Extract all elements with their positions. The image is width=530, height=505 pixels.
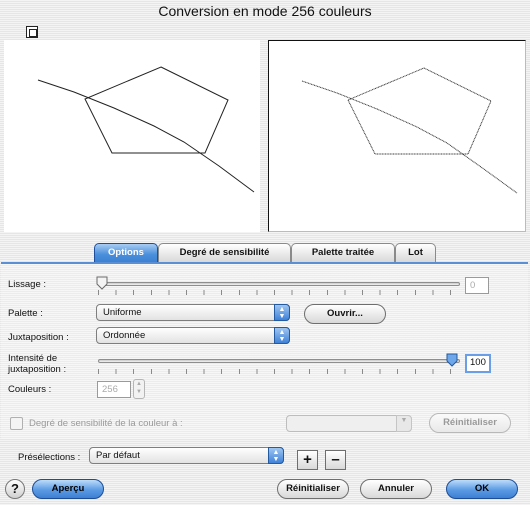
reset-button[interactable]: Réinitialiser [277, 479, 349, 499]
open-palette-button[interactable]: Ouvrir... [304, 304, 386, 324]
smoothing-slider[interactable] [98, 282, 460, 286]
help-icon[interactable]: ? [5, 479, 25, 499]
sensitivity-checkbox[interactable] [10, 417, 23, 430]
dithering-select-value: Ordonnée [103, 330, 146, 341]
palette-label: Palette : [8, 308, 43, 319]
tab-batch[interactable]: Lot [395, 243, 436, 263]
sensitivity-label: Degré de sensibilité de la couleur à : [29, 418, 183, 429]
dither-intensity-label: Intensité de juxtaposition : [8, 353, 67, 375]
remove-preset-button[interactable]: – [325, 450, 346, 470]
colors-label: Couleurs : [8, 384, 52, 395]
window-title: Conversion en mode 256 couleurs [158, 3, 372, 19]
add-preset-button[interactable]: + [297, 450, 318, 470]
tab-treated-palette[interactable]: Palette traitée [291, 243, 395, 263]
updown-arrows-icon: ▲ ▼ [274, 327, 290, 344]
ok-button[interactable]: OK [446, 479, 518, 499]
colors-value-field[interactable]: 256 [97, 381, 131, 398]
dithering-label: Juxtaposition : [8, 332, 69, 343]
chevron-down-icon: ▼ [396, 415, 412, 432]
smoothing-slider-thumb[interactable] [96, 276, 108, 290]
updown-arrows-icon: ▲ ▼ [268, 447, 284, 464]
preview-toggle-icon[interactable] [26, 26, 38, 38]
presets-select[interactable]: Par défaut ▲ ▼ [89, 447, 284, 464]
palette-select-value: Uniforme [103, 307, 142, 318]
converted-preview-pane[interactable] [268, 40, 526, 232]
sensitivity-select[interactable]: ▼ [286, 415, 412, 432]
palette-select[interactable]: Uniforme ▲ ▼ [96, 304, 290, 321]
original-preview-drawing [37, 66, 255, 193]
colors-stepper[interactable]: ▲ ▼ [133, 379, 145, 399]
tab-sensitivity[interactable]: Degré de sensibilité [158, 243, 291, 263]
updown-arrows-icon: ▲ ▼ [274, 304, 290, 321]
converted-preview-drawing [301, 67, 518, 194]
cancel-button[interactable]: Annuler [360, 479, 432, 499]
dither-intensity-value-field[interactable]: 100 [465, 354, 491, 373]
sensitivity-reset-button[interactable]: Réinitialiser [429, 413, 511, 433]
tab-options[interactable]: Options [94, 243, 158, 263]
dither-intensity-ticks [98, 369, 460, 374]
smoothing-ticks [98, 290, 460, 295]
presets-select-value: Par défaut [96, 450, 140, 461]
preview-button[interactable]: Aperçu [32, 479, 104, 499]
presets-label: Présélections : [18, 452, 81, 463]
smoothing-label: Lissage : [8, 279, 47, 290]
dither-intensity-slider[interactable] [98, 359, 460, 363]
dithering-select[interactable]: Ordonnée ▲ ▼ [96, 327, 290, 344]
dither-intensity-slider-thumb[interactable] [446, 353, 458, 367]
original-preview-pane[interactable] [4, 40, 260, 232]
smoothing-value-field[interactable]: 0 [465, 277, 489, 294]
